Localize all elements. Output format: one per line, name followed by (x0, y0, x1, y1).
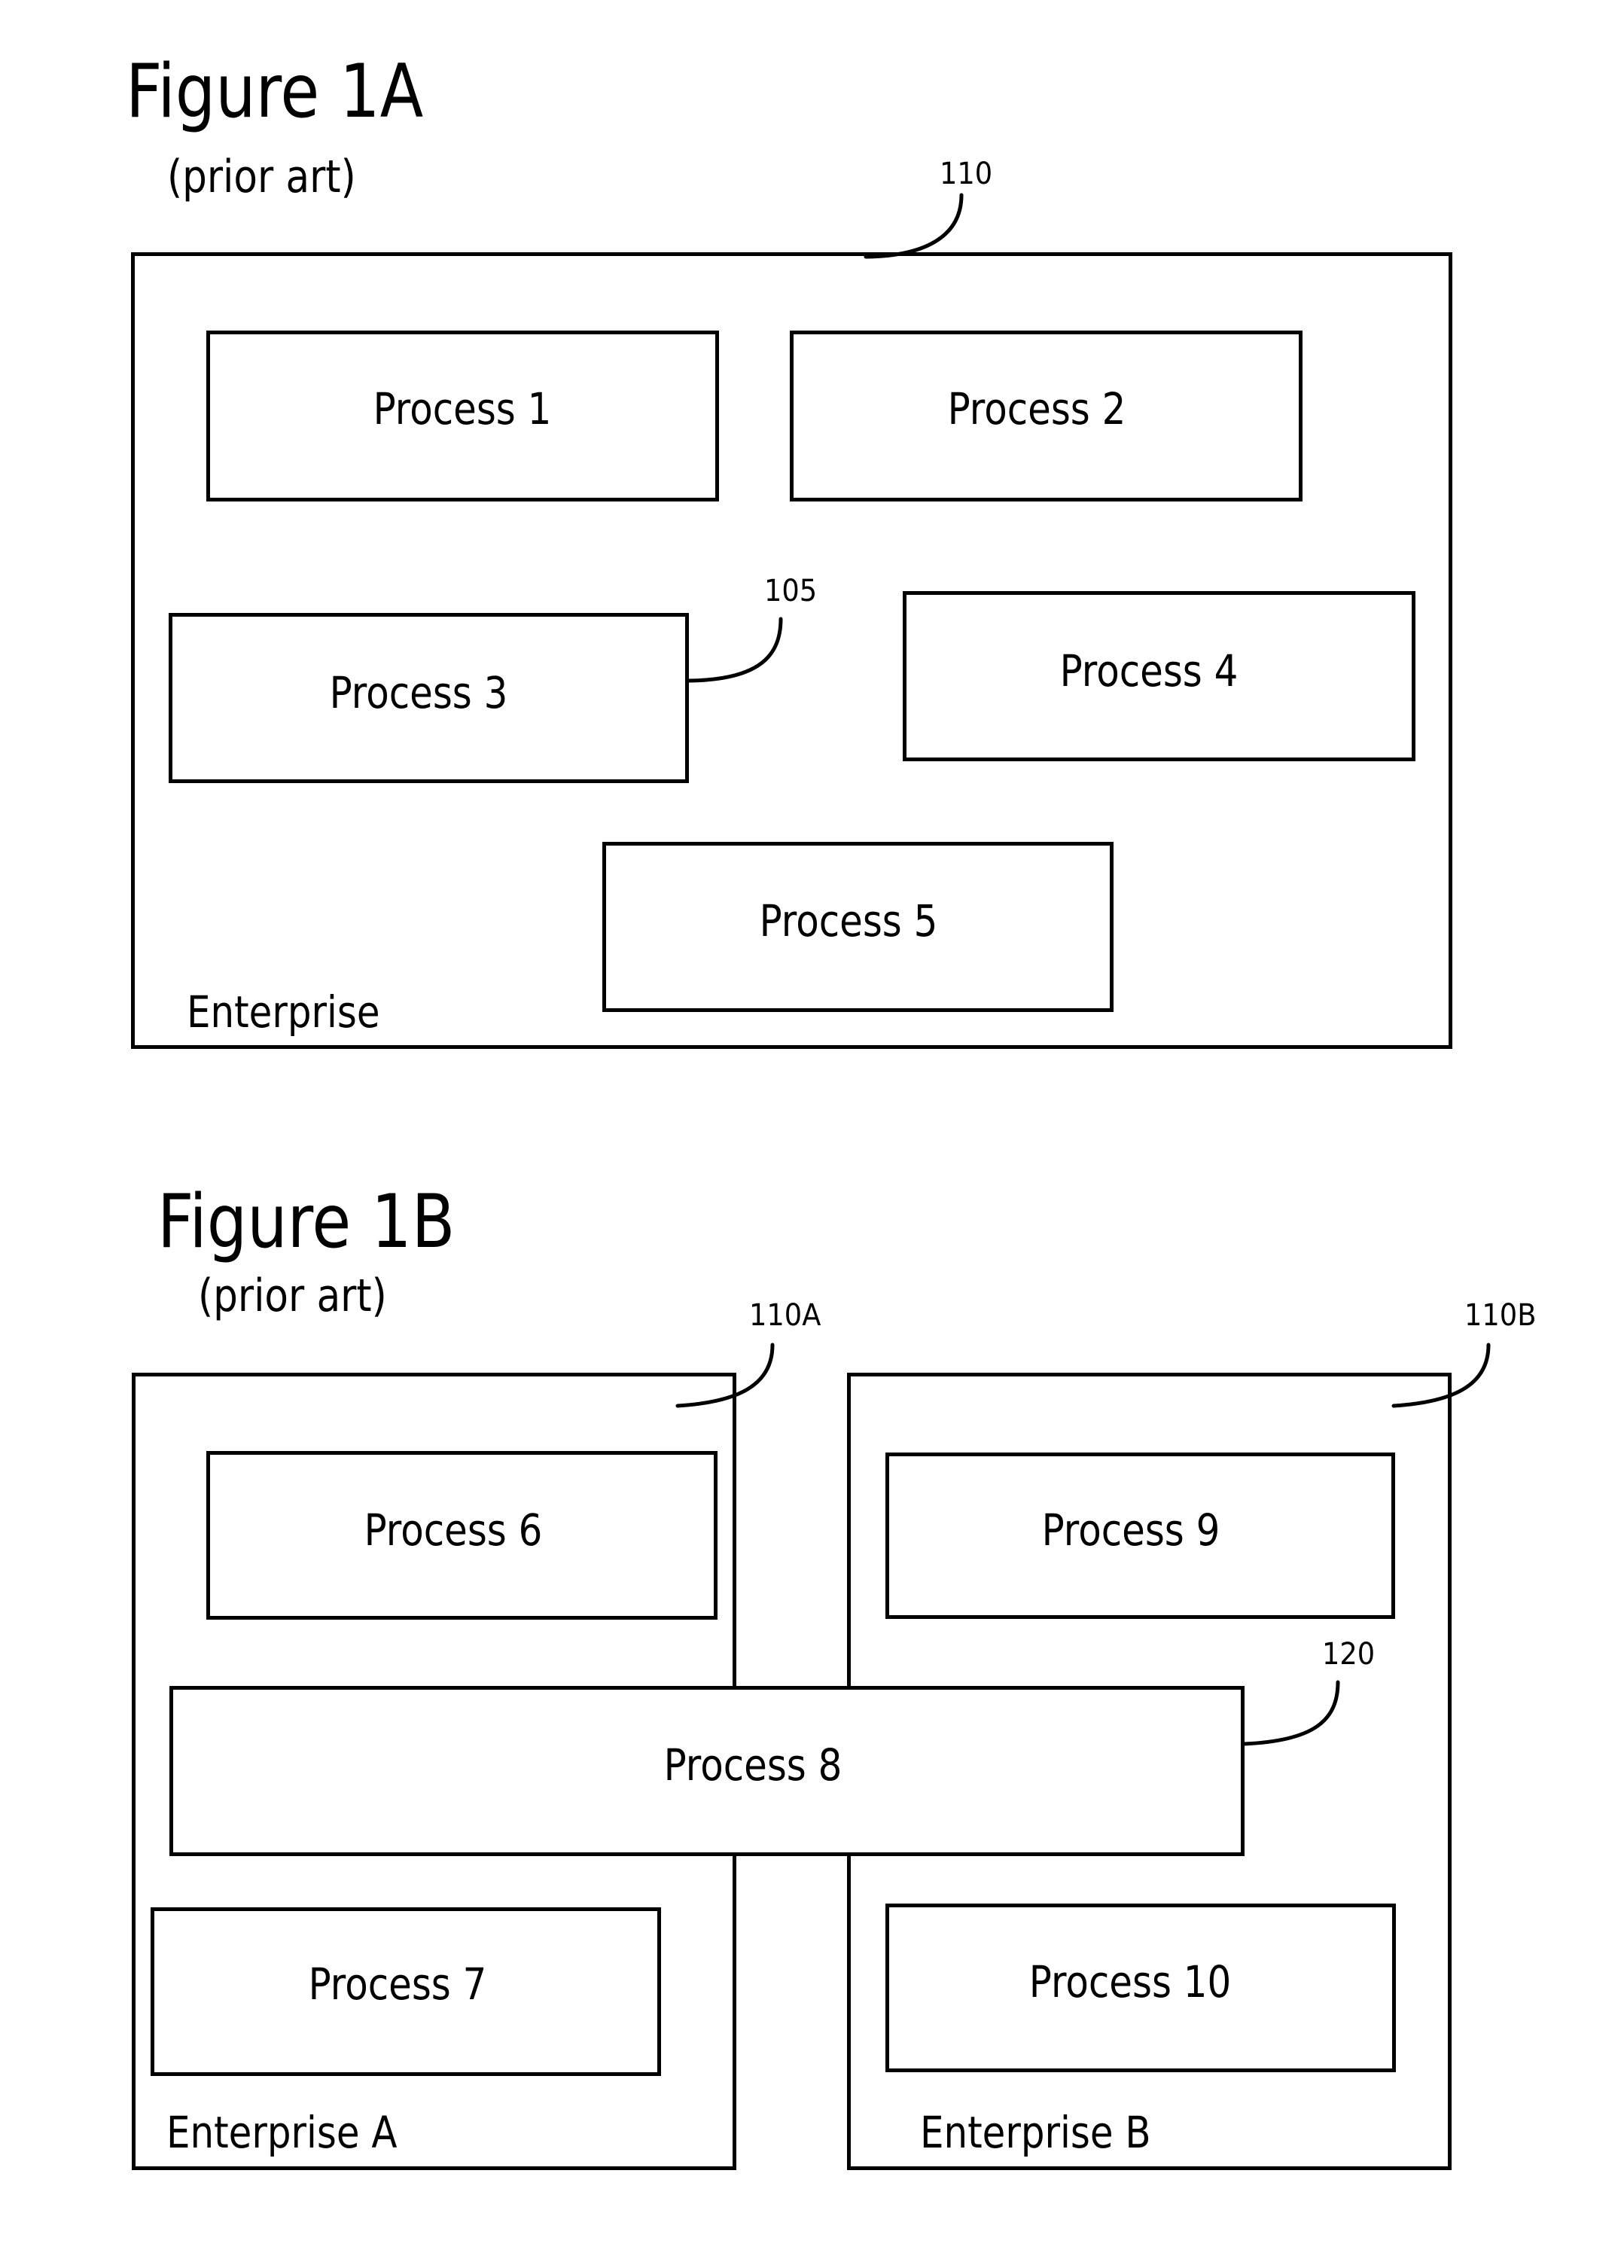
process-10: Process 10 (885, 1904, 1396, 2072)
ref-numeral-110a: 110A (749, 1298, 821, 1334)
ref-numeral-110: 110 (940, 157, 992, 192)
process-5: Process 5 (602, 842, 1114, 1012)
process-9: Process 9 (885, 1453, 1395, 1619)
ref-numeral-120: 120 (1322, 1637, 1375, 1672)
ref-numeral-110b: 110B (1464, 1298, 1536, 1334)
process-4: Process 4 (903, 591, 1415, 761)
process-label: Process 7 (309, 1959, 487, 2010)
enterprise-label: Enterprise B (920, 2107, 1151, 2158)
process-1: Process 1 (206, 331, 719, 501)
figure-1b-subtitle: (prior art) (198, 1270, 387, 1322)
process-label: Process 3 (330, 667, 508, 718)
process-label: Process 8 (664, 1739, 842, 1791)
process-label: Process 5 (760, 895, 938, 947)
process-label: Process 4 (1060, 645, 1239, 697)
patent-figure-sheet: Figure 1A (prior art) Enterprise 110 Pro… (0, 0, 1624, 2268)
figure-1a-title: Figure 1A (126, 48, 423, 135)
process-8: Process 8 (169, 1686, 1245, 1856)
process-7: Process 7 (151, 1907, 661, 2076)
ref-numeral-105: 105 (764, 574, 817, 609)
process-6: Process 6 (206, 1451, 718, 1620)
process-label: Process 1 (373, 383, 552, 434)
process-label: Process 9 (1042, 1504, 1220, 1556)
process-label: Process 6 (364, 1504, 543, 1556)
figure-1b-title: Figure 1B (157, 1178, 455, 1265)
process-2: Process 2 (790, 331, 1303, 501)
process-3: Process 3 (169, 613, 689, 783)
figure-1a-subtitle: (prior art) (167, 151, 356, 203)
enterprise-label: Enterprise (187, 986, 380, 1038)
enterprise-label: Enterprise A (166, 2107, 397, 2158)
process-label: Process 2 (948, 383, 1126, 434)
process-label: Process 10 (1029, 1956, 1231, 2007)
